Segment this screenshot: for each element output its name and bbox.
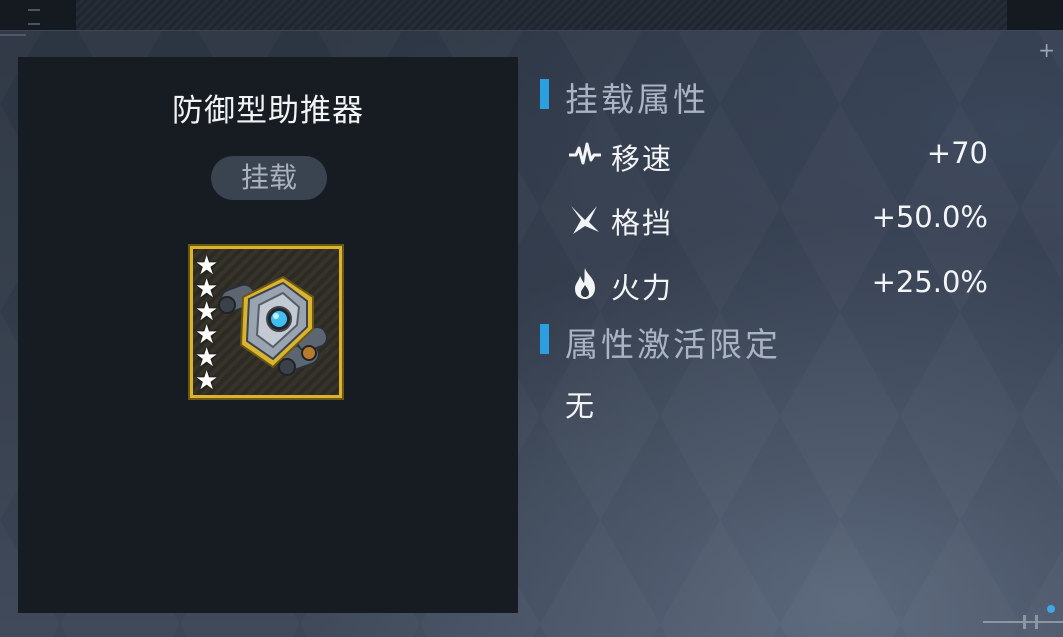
section-accent-bar: [540, 324, 549, 354]
block-slash-icon: [571, 206, 599, 234]
status-badge: 挂载: [211, 156, 327, 200]
plus-icon: +: [1038, 38, 1055, 62]
speed-pulse-icon: [569, 142, 601, 165]
mount-attributes-title: 挂载属性: [565, 80, 709, 119]
activation-limit-title: 属性激活限定: [565, 325, 781, 364]
item-icon[interactable]: ★ ★ ★ ★ ★ ★: [190, 246, 342, 398]
corner-decoration: [0, 34, 26, 36]
corner-decoration: [983, 597, 1063, 637]
stat-value: +25.0%: [871, 265, 988, 299]
item-name: 防御型助推器: [172, 93, 364, 129]
stat-value: +50.0%: [871, 200, 988, 234]
stat-label: 火力: [611, 271, 674, 305]
activation-limit-value: 无: [565, 389, 595, 423]
top-right-tab: [1007, 0, 1063, 30]
booster-icon: [218, 275, 328, 376]
item-detail-panel: 防御型助推器 挂载 ★ ★ ★ ★ ★ ★: [18, 57, 518, 613]
stat-label: 移速: [611, 142, 674, 176]
menu-icon: [28, 9, 40, 25]
fire-icon: [575, 268, 595, 299]
section-accent-bar: [540, 79, 549, 109]
stat-label: 格挡: [611, 206, 674, 240]
stat-value: +70: [926, 136, 988, 170]
top-menu-button[interactable]: [0, 0, 76, 30]
top-bar: [0, 0, 1063, 31]
